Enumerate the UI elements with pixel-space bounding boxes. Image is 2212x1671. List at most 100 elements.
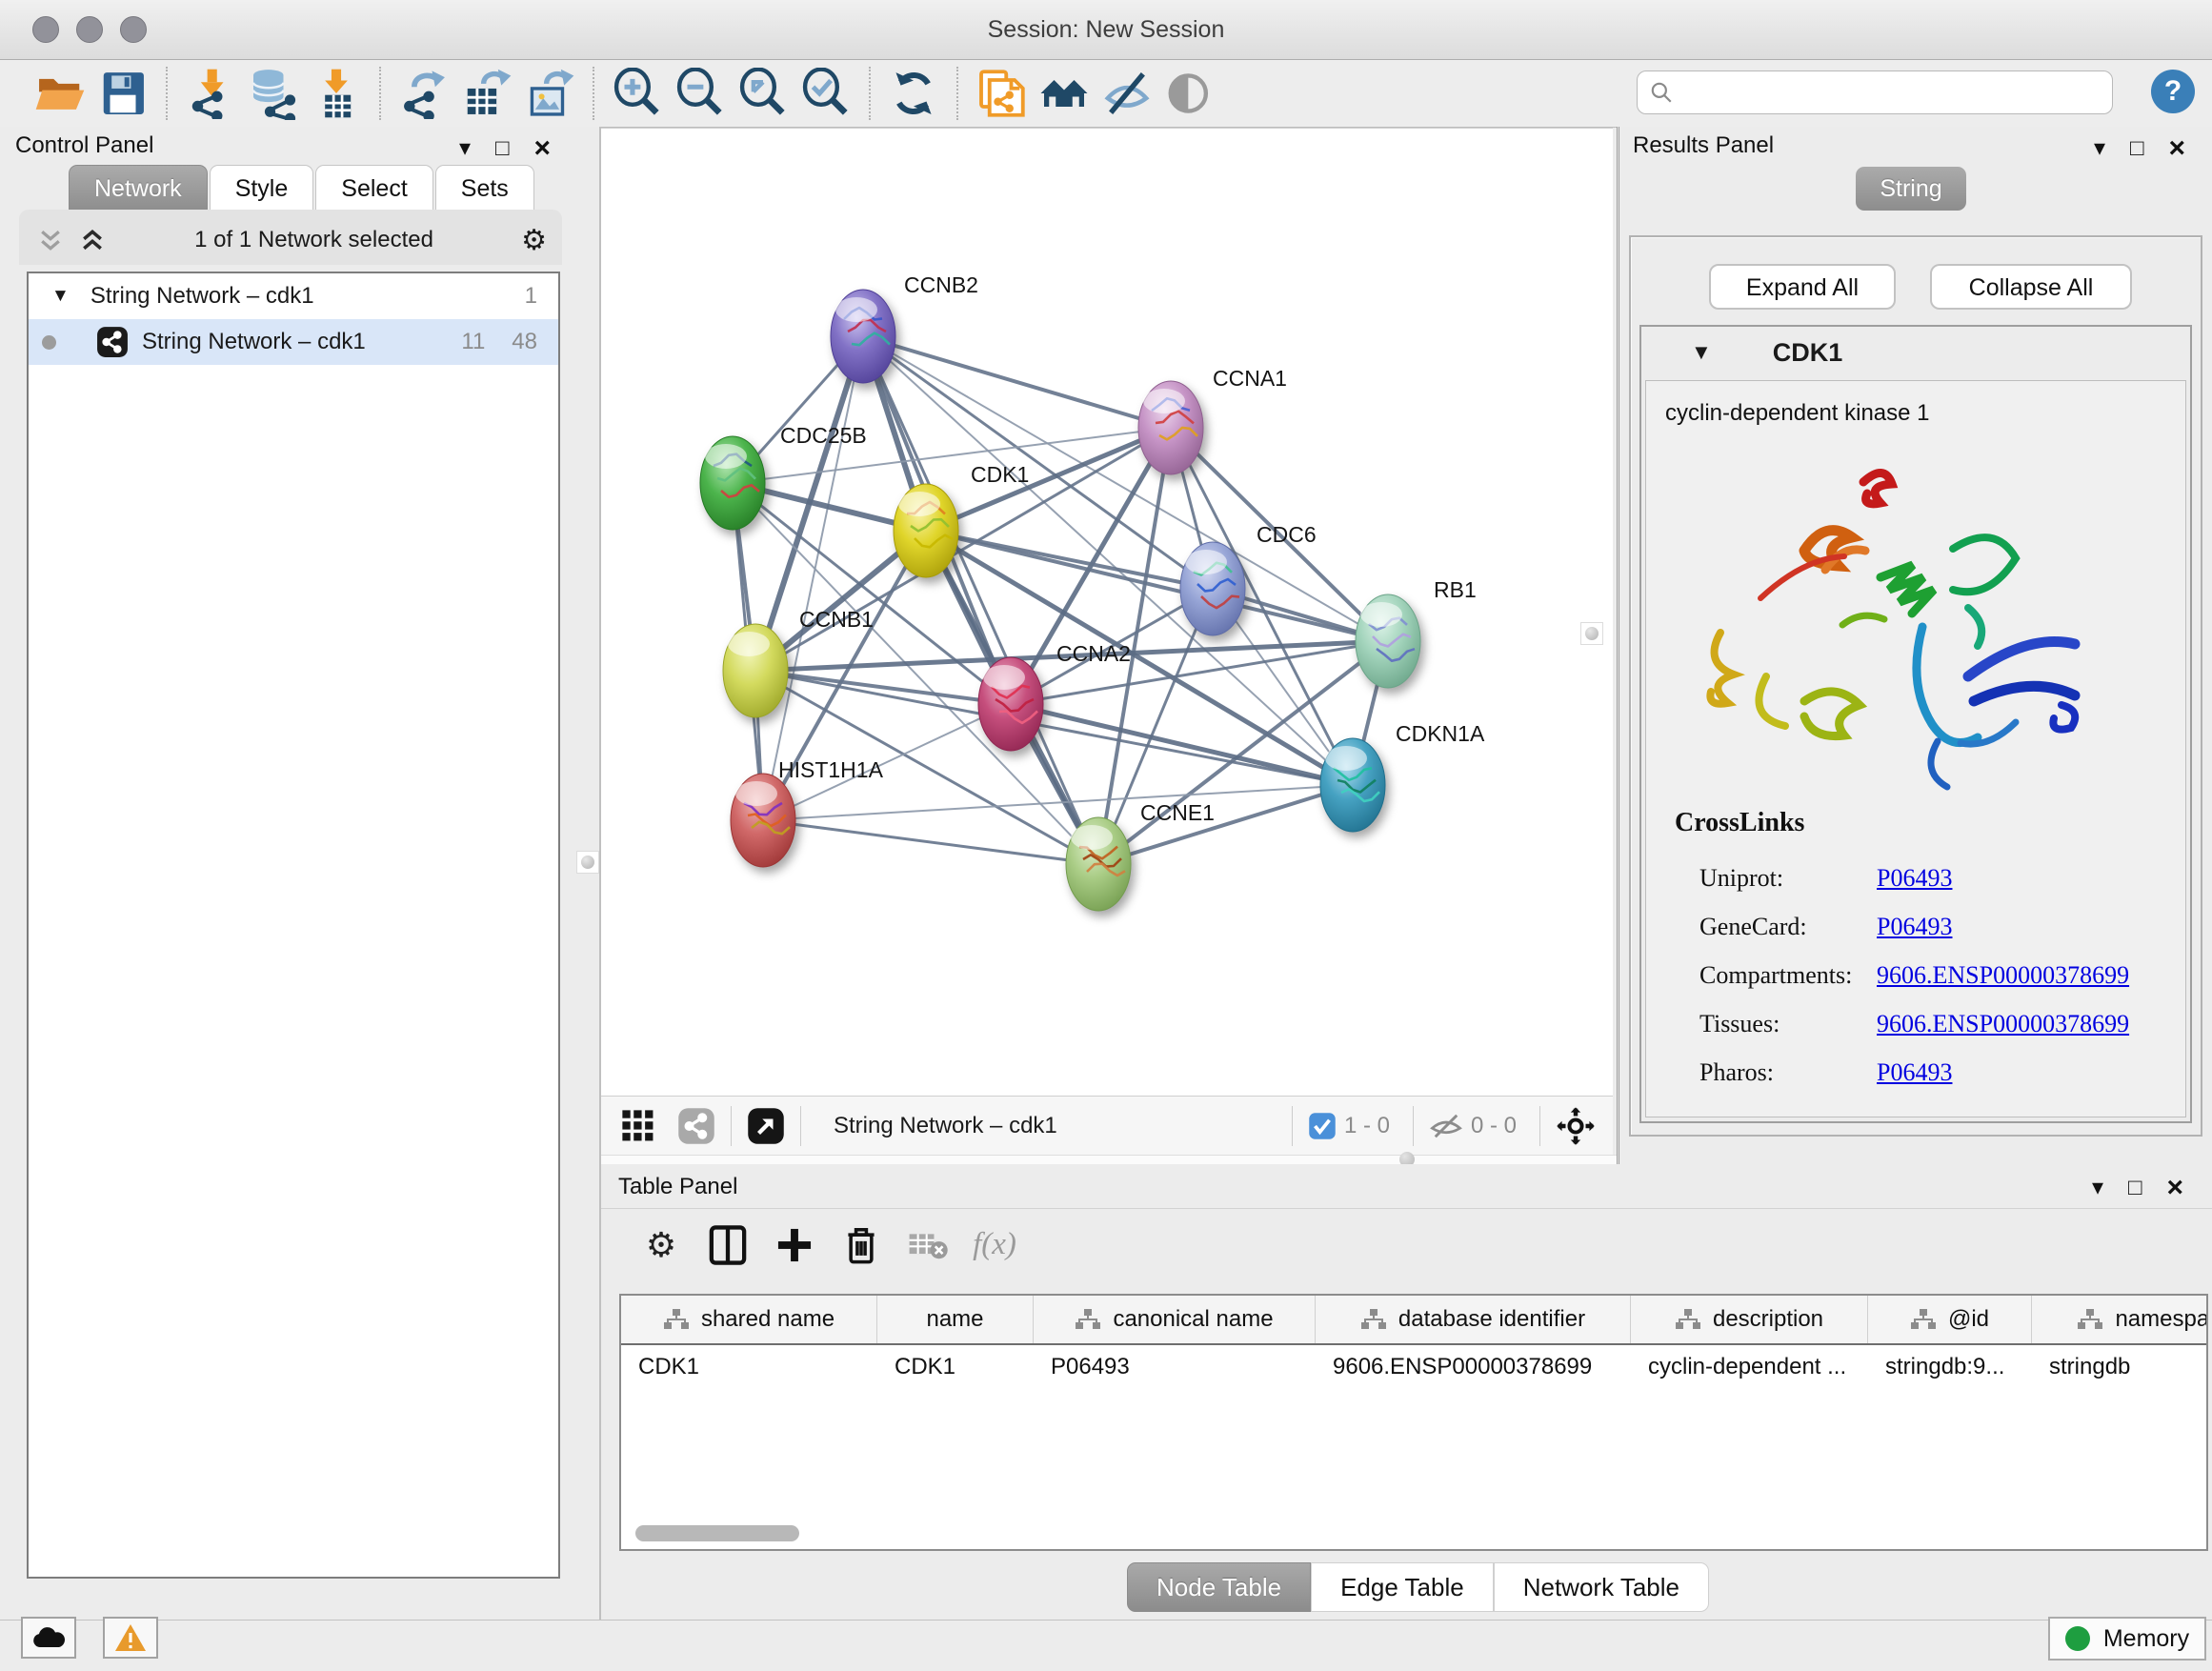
collapse-all-networks-icon[interactable] <box>36 226 65 254</box>
table-cell[interactable]: cyclin-dependent ... <box>1631 1354 1868 1380</box>
crosslink-link[interactable]: P06493 <box>1877 1058 1952 1087</box>
column-header--id[interactable]: @id <box>1868 1296 2032 1343</box>
selected-checkbox-icon[interactable] <box>1308 1112 1337 1140</box>
network-node-CCNA2[interactable] <box>978 657 1043 751</box>
tab-node-table[interactable]: Node Table <box>1127 1562 1311 1612</box>
network-edge-CCNA2-CDKN1A[interactable] <box>1011 704 1353 785</box>
tab-sets[interactable]: Sets <box>435 165 534 211</box>
select-columns-icon[interactable] <box>694 1217 761 1274</box>
detach-view-icon[interactable] <box>747 1107 785 1145</box>
import-network-database-icon[interactable] <box>242 64 305 123</box>
column-header-shared-name[interactable]: shared name <box>621 1296 877 1343</box>
network-node-CDKN1A[interactable] <box>1320 738 1385 832</box>
tab-style[interactable]: Style <box>210 165 314 211</box>
delete-column-icon[interactable] <box>828 1217 895 1274</box>
network-node-CDC25B[interactable] <box>700 436 765 530</box>
network-edge-CDKN1A-CCNE1[interactable] <box>1098 785 1353 864</box>
zoom-selected-icon[interactable] <box>794 64 857 123</box>
network-share-badge-icon[interactable] <box>677 1107 715 1145</box>
tab-network[interactable]: Network <box>69 165 208 211</box>
export-image-icon[interactable] <box>518 64 581 123</box>
network-edge-CCNB2-RB1[interactable] <box>863 336 1388 641</box>
zoom-window-button[interactable] <box>120 16 147 43</box>
tab-select[interactable]: Select <box>315 165 432 211</box>
clear-table-icon[interactable] <box>895 1217 961 1274</box>
crosslink-link[interactable]: 9606.ENSP00000378699 <box>1877 1010 2129 1038</box>
tab-string[interactable]: String <box>1856 167 1966 211</box>
table-options-gear-icon[interactable]: ⚙ <box>628 1217 694 1274</box>
table-cell[interactable]: CDK1 <box>877 1354 1034 1380</box>
import-table-icon[interactable] <box>305 64 368 123</box>
table-cell[interactable]: 9606.ENSP00000378699 <box>1316 1354 1631 1380</box>
close-window-button[interactable] <box>32 16 59 43</box>
right-splitter-handle[interactable] <box>1580 622 1603 645</box>
network-node-CCNE1[interactable] <box>1066 817 1131 911</box>
collection-expander-icon[interactable]: ▼ <box>51 286 70 307</box>
network-node-CCNA1[interactable] <box>1138 381 1203 474</box>
network-edge-CCNB2-CCNA1[interactable] <box>863 336 1171 428</box>
table-cell[interactable]: CDK1 <box>621 1354 877 1380</box>
search-input[interactable] <box>1681 79 2101 106</box>
crosslink-link[interactable]: P06493 <box>1877 913 1952 941</box>
column-header-name[interactable]: name <box>877 1296 1034 1343</box>
help-icon[interactable]: ? <box>2151 70 2195 113</box>
birds-eye-view-icon[interactable] <box>1556 1106 1596 1146</box>
network-options-gear-icon[interactable]: ⚙ <box>521 224 547 257</box>
network-node-RB1[interactable] <box>1356 594 1420 688</box>
export-table-icon[interactable] <box>455 64 518 123</box>
zoom-fit-icon[interactable] <box>732 64 794 123</box>
expand-all-button[interactable]: Expand All <box>1709 264 1896 310</box>
refresh-icon[interactable] <box>882 64 945 123</box>
column-header-database-identifier[interactable]: database identifier <box>1316 1296 1631 1343</box>
tab-edge-table[interactable]: Edge Table <box>1311 1562 1494 1612</box>
cdk1-section-header[interactable]: ▼ CDK1 <box>1641 327 2190 378</box>
grid-view-icon[interactable] <box>620 1108 656 1144</box>
enable-eye-icon[interactable] <box>1158 64 1221 123</box>
table-row[interactable]: CDK1CDK1P064939606.ENSP00000378699cyclin… <box>621 1345 2206 1389</box>
memory-button[interactable]: Memory <box>2048 1617 2206 1661</box>
show-glass-ball-icon[interactable] <box>1096 64 1158 123</box>
cloud-status-button[interactable] <box>21 1617 76 1659</box>
table-panel-menu-icon[interactable]: ▾ <box>2092 1177 2103 1199</box>
string-home-icon[interactable] <box>1033 64 1096 123</box>
left-splitter-handle[interactable] <box>576 851 599 874</box>
crosslink-link[interactable]: P06493 <box>1877 864 1952 893</box>
network-collection-row[interactable]: ▼ String Network – cdk1 1 <box>29 273 558 319</box>
table-cell[interactable]: stringdb <box>2032 1354 2208 1380</box>
control-panel-float-icon[interactable]: □ <box>495 137 510 160</box>
column-header-namespace[interactable]: namespace <box>2032 1296 2208 1343</box>
cdk1-expander-icon[interactable]: ▼ <box>1691 340 1712 365</box>
tab-network-table[interactable]: Network Table <box>1494 1562 1709 1612</box>
warning-status-button[interactable] <box>103 1617 158 1659</box>
zoom-out-icon[interactable] <box>669 64 732 123</box>
results-panel-close-icon[interactable]: × <box>2169 134 2186 163</box>
network-node-CDC6[interactable] <box>1180 542 1245 635</box>
table-cell[interactable]: P06493 <box>1034 1354 1316 1380</box>
table-panel-close-icon[interactable]: × <box>2167 1174 2184 1202</box>
results-panel-float-icon[interactable]: □ <box>2130 137 2144 160</box>
table-cell[interactable]: stringdb:9... <box>1868 1354 2032 1380</box>
add-column-icon[interactable] <box>761 1217 828 1274</box>
column-header-description[interactable]: description <box>1631 1296 1868 1343</box>
table-horizontal-scrollbar[interactable] <box>635 1525 799 1541</box>
function-builder-icon[interactable]: f(x) <box>961 1217 1028 1274</box>
minimize-window-button[interactable] <box>76 16 103 43</box>
network-edge-CCNB2-HIST1H1A[interactable] <box>763 336 863 820</box>
zoom-in-icon[interactable] <box>606 64 669 123</box>
control-panel-close-icon[interactable]: × <box>534 134 552 163</box>
expand-all-networks-icon[interactable] <box>78 226 107 254</box>
network-node-CDK1[interactable] <box>894 484 958 577</box>
network-edge-CCNB1-CCNA2[interactable] <box>755 671 1011 704</box>
network-node-CCNB1[interactable] <box>723 624 788 717</box>
network-canvas[interactable]: CCNB2CCNA1CDC25BCDK1CDC6RB1CCNB1CCNA2CDK… <box>601 128 1613 1097</box>
network-row-selected[interactable]: String Network – cdk1 11 48 <box>29 319 558 365</box>
collapse-all-button[interactable]: Collapse All <box>1930 264 2132 310</box>
save-session-icon[interactable] <box>91 64 154 123</box>
column-header-canonical-name[interactable]: canonical name <box>1034 1296 1316 1343</box>
export-network-icon[interactable] <box>392 64 455 123</box>
network-edge-HIST1H1A-CCNE1[interactable] <box>763 820 1098 864</box>
results-panel-menu-icon[interactable]: ▾ <box>2094 137 2105 160</box>
crosslink-link[interactable]: 9606.ENSP00000378699 <box>1877 961 2129 990</box>
table-panel-float-icon[interactable]: □ <box>2128 1177 2142 1199</box>
network-edge-CCNB2-CCNE1[interactable] <box>863 336 1098 864</box>
